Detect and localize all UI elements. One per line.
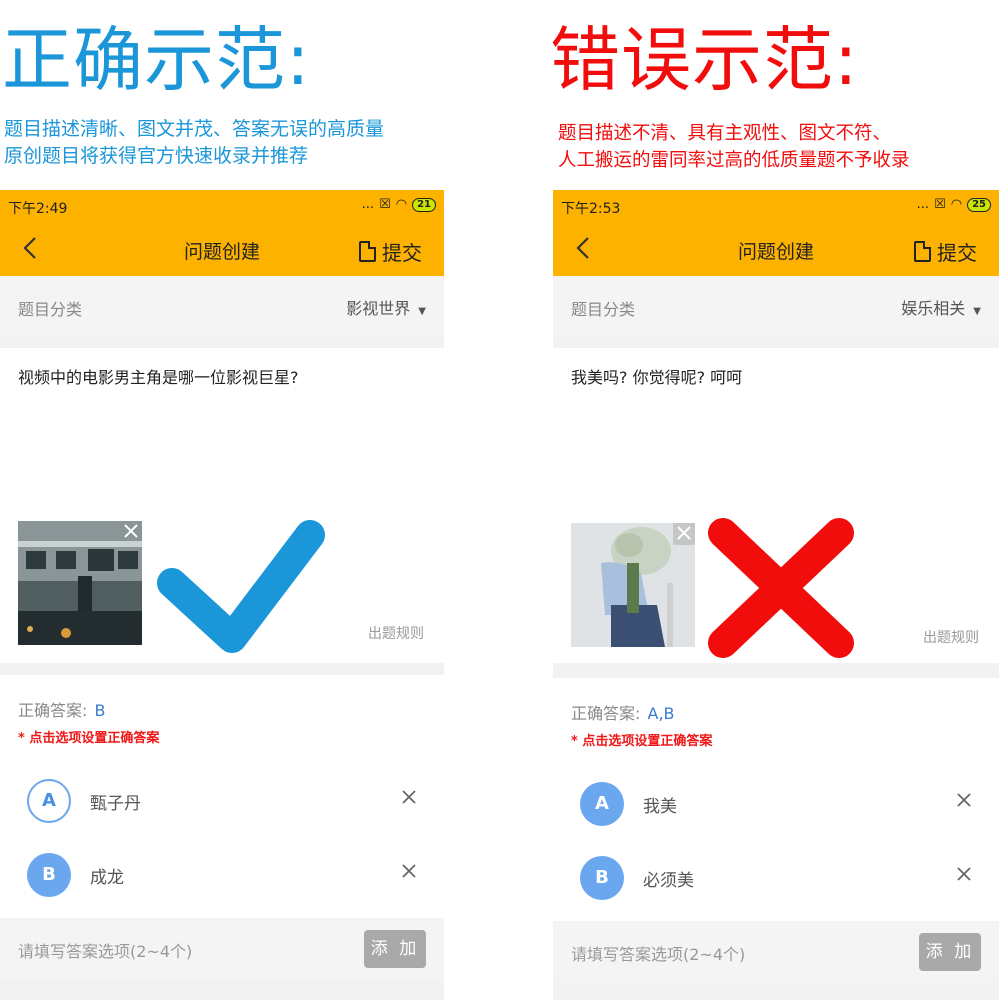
option-item-a[interactable]: A 甄子丹 — [0, 771, 444, 831]
option-input[interactable]: 请填写答案选项(2~4个) — [18, 938, 192, 962]
option-letter-badge: A — [580, 782, 624, 826]
delete-option-button[interactable] — [957, 788, 971, 813]
category-value: 影视世界 — [346, 299, 411, 318]
question-input[interactable]: 视频中的电影男主角是哪一位影视巨星? — [18, 364, 299, 388]
rules-link[interactable]: 出题规则 — [923, 627, 979, 647]
correct-heading: 正确示范: — [2, 19, 311, 101]
option-item-b[interactable]: B 必须美 — [553, 848, 999, 908]
wrong-example-panel: 错误示范: 题目描述不清、具有主观性、图文不符、 人工搬运的雷同率过高的低质量题… — [550, 0, 1000, 1000]
close-icon — [124, 524, 138, 538]
option-item-a[interactable]: A 我美 — [553, 774, 999, 834]
question-card: 我美吗? 你觉得呢? 呵呵 出题规则 — [553, 348, 999, 663]
battery-icon: 25 — [967, 197, 991, 212]
correct-description-line-1: 题目描述清晰、图文并茂、答案无误的高质量 — [4, 118, 385, 140]
delete-option-button[interactable] — [402, 859, 416, 884]
wrong-description-line-1: 题目描述不清、具有主观性、图文不符、 — [558, 123, 892, 144]
close-icon — [957, 793, 971, 807]
category-row: 题目分类 影视世界 ▼ — [0, 276, 444, 338]
add-option-row: 请填写答案选项(2~4个) 添 加 — [0, 918, 444, 980]
checkmark-icon — [157, 520, 325, 653]
wifi-icon: ◠ — [950, 197, 963, 212]
correct-description: 题目描述清晰、图文并茂、答案无误的高质量 原创题目将获得官方快速收录并推荐 — [4, 116, 450, 170]
add-option-row: 请填写答案选项(2~4个) 添 加 — [553, 921, 999, 983]
submit-button[interactable]: 提交 — [359, 237, 422, 266]
delete-option-button[interactable] — [402, 785, 416, 810]
close-icon — [402, 790, 416, 804]
app-bar: 下午2:49 ... ☒ ◠ 21 问题创建 提交 — [0, 190, 444, 276]
answer-card: 正确答案: B * 点击选项设置正确答案 A 甄子丹 B 成龙 — [0, 675, 444, 918]
battery-icon: 21 — [412, 197, 436, 212]
answer-hint: * 点击选项设置正确答案 — [18, 731, 160, 746]
submit-button[interactable]: 提交 — [914, 237, 977, 266]
more-dots-icon: ... — [361, 197, 375, 212]
category-dropdown[interactable]: 影视世界 ▼ — [346, 295, 426, 319]
category-label: 题目分类 — [571, 300, 636, 319]
status-icons: ... ☒ ◠ 21 — [362, 197, 436, 212]
option-text: 甄子丹 — [90, 794, 141, 814]
option-text: 必须美 — [643, 871, 694, 891]
phone-screen: 下午2:49 ... ☒ ◠ 21 问题创建 提交 题目分类 影视世界 ▼ 视频… — [0, 190, 444, 1000]
question-image[interactable] — [571, 523, 695, 647]
option-item-b[interactable]: B 成龙 — [0, 845, 444, 905]
category-value: 娱乐相关 — [901, 299, 966, 318]
option-text: 成龙 — [90, 868, 124, 888]
correct-example-panel: 正确示范: 题目描述清晰、图文并茂、答案无误的高质量 原创题目将获得官方快速收录… — [0, 0, 446, 1000]
wrong-description: 题目描述不清、具有主观性、图文不符、 人工搬运的雷同率过高的低质量题不予收录 — [558, 120, 1000, 174]
remove-image-button[interactable] — [120, 521, 142, 543]
caret-down-icon: ▼ — [973, 306, 981, 317]
add-option-button[interactable]: 添 加 — [919, 933, 981, 971]
question-input[interactable]: 我美吗? 你觉得呢? 呵呵 — [571, 364, 742, 388]
status-time: 下午2:49 — [8, 201, 68, 217]
delete-option-button[interactable] — [957, 862, 971, 887]
option-text: 我美 — [643, 797, 677, 817]
category-dropdown[interactable]: 娱乐相关 ▼ — [901, 295, 981, 319]
option-letter-badge: B — [27, 853, 71, 897]
add-option-button[interactable]: 添 加 — [364, 930, 426, 968]
phone-screen: 下午2:53 ... ☒ ◠ 25 问题创建 提交 题目分类 娱乐相关 ▼ 我美… — [553, 190, 999, 1000]
correct-answer-value: A,B — [647, 704, 675, 723]
option-letter-badge: B — [580, 856, 624, 900]
status-time: 下午2:53 — [561, 201, 621, 217]
question-card: 视频中的电影男主角是哪一位影视巨星? 出题规则 — [0, 348, 444, 663]
status-icons: ... ☒ ◠ 25 — [917, 197, 991, 212]
document-icon — [359, 241, 376, 262]
sim-icon: ☒ — [934, 197, 946, 212]
correct-answer-caption: 正确答案: — [571, 704, 641, 723]
sim-icon: ☒ — [379, 197, 391, 212]
category-row: 题目分类 娱乐相关 ▼ — [553, 276, 999, 338]
close-icon — [957, 867, 971, 881]
caret-down-icon: ▼ — [418, 306, 426, 317]
option-letter-badge: A — [27, 779, 71, 823]
document-icon — [914, 241, 931, 262]
option-input[interactable]: 请填写答案选项(2~4个) — [571, 941, 745, 965]
correct-answer-value: B — [94, 701, 106, 720]
correct-answer-caption: 正确答案: — [18, 701, 88, 720]
correct-answer-label: 正确答案: A,B — [571, 700, 675, 724]
correct-description-line-2: 原创题目将获得官方快速收录并推荐 — [4, 145, 309, 167]
close-icon — [402, 864, 416, 878]
more-dots-icon: ... — [916, 197, 930, 212]
app-bar: 下午2:53 ... ☒ ◠ 25 问题创建 提交 — [553, 190, 999, 276]
submit-label: 提交 — [937, 241, 977, 265]
wrong-heading: 错误示范: — [550, 19, 859, 101]
submit-label: 提交 — [382, 241, 422, 265]
rules-link[interactable]: 出题规则 — [368, 623, 424, 643]
answer-card: 正确答案: A,B * 点击选项设置正确答案 A 我美 B 必须美 — [553, 678, 999, 921]
answer-hint: * 点击选项设置正确答案 — [571, 734, 713, 749]
correct-answer-label: 正确答案: B — [18, 697, 105, 721]
wifi-icon: ◠ — [395, 197, 408, 212]
close-icon — [677, 526, 691, 540]
wrong-description-line-2: 人工搬运的雷同率过高的低质量题不予收录 — [558, 150, 910, 171]
remove-image-button[interactable] — [673, 523, 695, 545]
cross-icon — [708, 518, 854, 658]
category-label: 题目分类 — [18, 300, 83, 319]
question-image[interactable] — [18, 521, 142, 645]
